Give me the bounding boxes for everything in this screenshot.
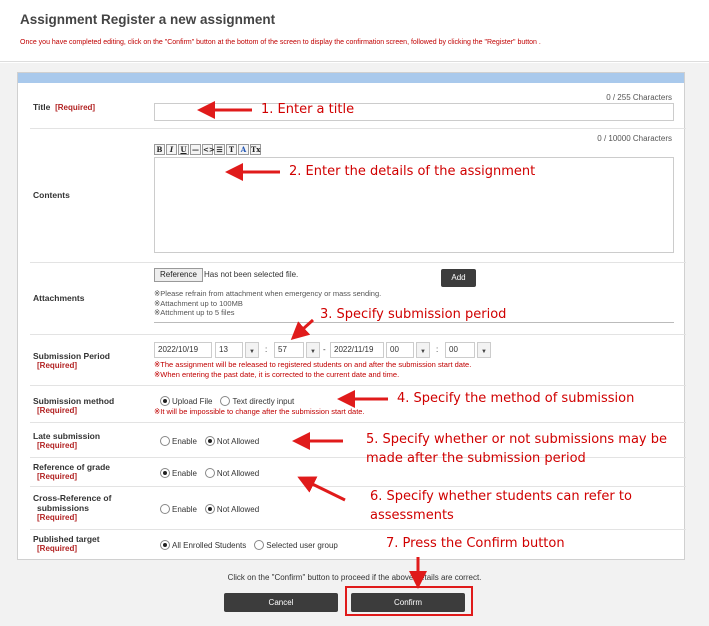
list-button[interactable]: ☰ (214, 144, 225, 155)
annotation-7: 7. Press the Confirm button (386, 536, 565, 551)
start-minute-select[interactable]: 57 (274, 342, 304, 358)
divider (30, 128, 686, 129)
divider (30, 385, 686, 386)
annotation-6: 6. Specify whether students can refer to… (370, 489, 632, 523)
late-enable-option[interactable]: Enable (160, 436, 197, 446)
all-students-option[interactable]: All Enrolled Students (160, 540, 246, 550)
start-date-input[interactable]: 2022/10/19 (154, 342, 212, 358)
submission-method-options: Upload File Text directly input (160, 396, 300, 406)
page-header: Assignment Register a new assignment Onc… (0, 0, 709, 62)
submission-method-note: ※It will be impossible to change after t… (154, 407, 365, 416)
published-target-options: All Enrolled Students Selected user grou… (160, 540, 344, 550)
italic-button[interactable]: I (166, 144, 177, 155)
annotation-1: 1. Enter a title (261, 102, 355, 117)
grade-not-allowed-option[interactable]: Not Allowed (204, 468, 259, 478)
submission-period-notes: ※The assignment will be released to regi… (154, 360, 472, 379)
annotation-3: 3. Specify submission period (320, 307, 507, 322)
page-title: Assignment Register a new assignment (20, 12, 276, 27)
title-input[interactable] (154, 103, 674, 121)
underline-button[interactable]: U (178, 144, 189, 155)
upload-file-option[interactable]: Upload File (160, 396, 212, 406)
annotation-5: 5. Specify whether or not submissions ma… (366, 432, 668, 466)
file-status: Has not been selected file. (204, 270, 299, 279)
end-date-input[interactable]: 2022/11/19 (330, 342, 384, 358)
editor-toolbar: B I U — <> ☰ T A Tx (154, 144, 261, 156)
chevron-down-icon[interactable]: ▼ (416, 342, 430, 358)
font-color-button[interactable]: A (238, 144, 249, 155)
annotation-2: 2. Enter the details of the assignment (289, 164, 536, 179)
hr-button[interactable]: — (190, 144, 201, 155)
reference-of-grade-options: Enable Not Allowed (160, 468, 265, 478)
title-char-counter: 0 / 255 Characters (606, 93, 672, 102)
annotation-4: 4. Specify the method of submission (397, 391, 635, 406)
font-button[interactable]: T (226, 144, 237, 155)
end-minute-select[interactable]: 00 (445, 342, 475, 358)
contents-char-counter: 0 / 10000 Characters (597, 134, 672, 143)
title-label: Title [Required] (33, 102, 96, 112)
attachments-label: Attachments (33, 293, 85, 303)
confirm-button[interactable]: Confirm (351, 593, 465, 612)
time-colon: : (265, 345, 268, 354)
end-hour-select[interactable]: 00 (386, 342, 414, 358)
chevron-down-icon[interactable]: ▼ (245, 342, 259, 358)
attachment-list (154, 322, 674, 323)
bold-button[interactable]: B (154, 144, 165, 155)
divider (30, 529, 686, 530)
cross-reference-options: Enable Not Allowed (160, 504, 265, 514)
reference-button[interactable]: Reference (154, 268, 203, 282)
source-button[interactable]: <> (202, 144, 215, 155)
cancel-button[interactable]: Cancel (224, 593, 338, 612)
late-submission-options: Enable Not Allowed (160, 436, 265, 446)
grade-enable-option[interactable]: Enable (160, 468, 197, 478)
time-colon: : (436, 345, 439, 354)
text-input-option[interactable]: Text directly input (220, 396, 294, 406)
divider (30, 422, 686, 423)
cross-reference-label: Cross-Reference of submissions [Required… (33, 493, 112, 522)
cross-enable-option[interactable]: Enable (160, 504, 197, 514)
footer-note: Click on the "Confirm" button to proceed… (227, 573, 482, 582)
add-button[interactable]: Add (441, 269, 476, 287)
remove-format-button[interactable]: Tx (250, 144, 261, 155)
radio-checked[interactable] (160, 396, 170, 406)
submission-method-label: Submission method [Required] (33, 396, 115, 415)
form-header-bar (18, 73, 684, 83)
chevron-down-icon[interactable]: ▼ (477, 342, 491, 358)
chevron-down-icon[interactable]: ▼ (306, 342, 320, 358)
published-target-label: Published target [Required] (33, 534, 100, 553)
contents-label: Contents (33, 190, 70, 200)
cross-not-allowed-option[interactable]: Not Allowed (204, 504, 259, 514)
late-not-allowed-option[interactable]: Not Allowed (204, 436, 259, 446)
selected-group-option[interactable]: Selected user group (254, 540, 338, 550)
start-hour-select[interactable]: 13 (215, 342, 243, 358)
period-separator: - (323, 345, 326, 354)
late-submission-label: Late submission [Required] (33, 431, 101, 450)
header-note: Once you have completed editing, click o… (20, 39, 541, 46)
divider (30, 262, 686, 263)
reference-of-grade-label: Reference of grade [Required] (33, 462, 110, 481)
submission-period-label: Submission Period [Required] (33, 351, 110, 370)
radio-unchecked[interactable] (220, 396, 231, 406)
divider (30, 334, 686, 335)
